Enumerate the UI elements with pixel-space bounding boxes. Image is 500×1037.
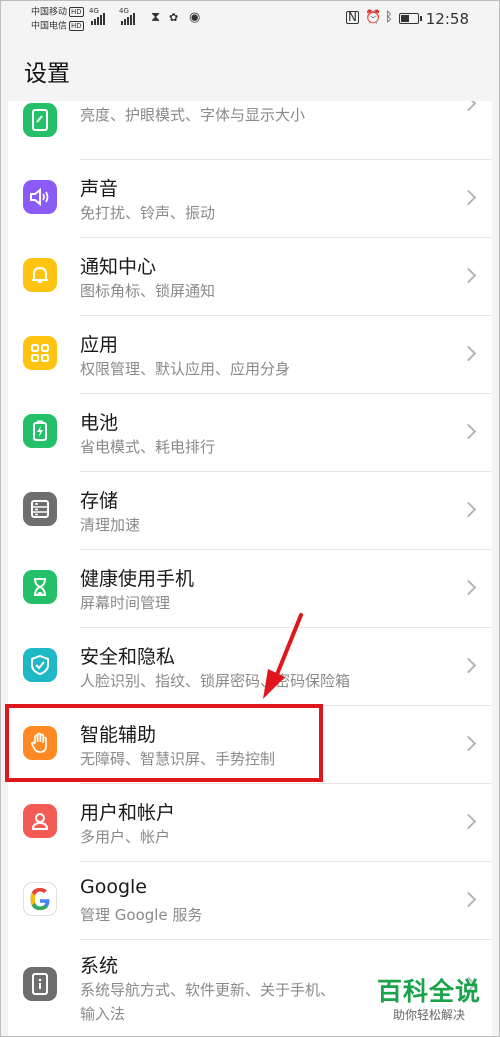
- annotation-arrow: [263, 613, 303, 699]
- watermark-subtitle: 助你轻松解决: [393, 1008, 466, 1022]
- watermark: 百科全说 助你轻松解决: [377, 977, 481, 1023]
- watermark-title: 百科全说: [377, 977, 482, 1006]
- screenshot-frame: 中国移动 HD 中国电信 HD 4G 4G ⧗ ✿ ◉ N ⏰ ᛒ 12:58 设置…: [0, 0, 500, 1037]
